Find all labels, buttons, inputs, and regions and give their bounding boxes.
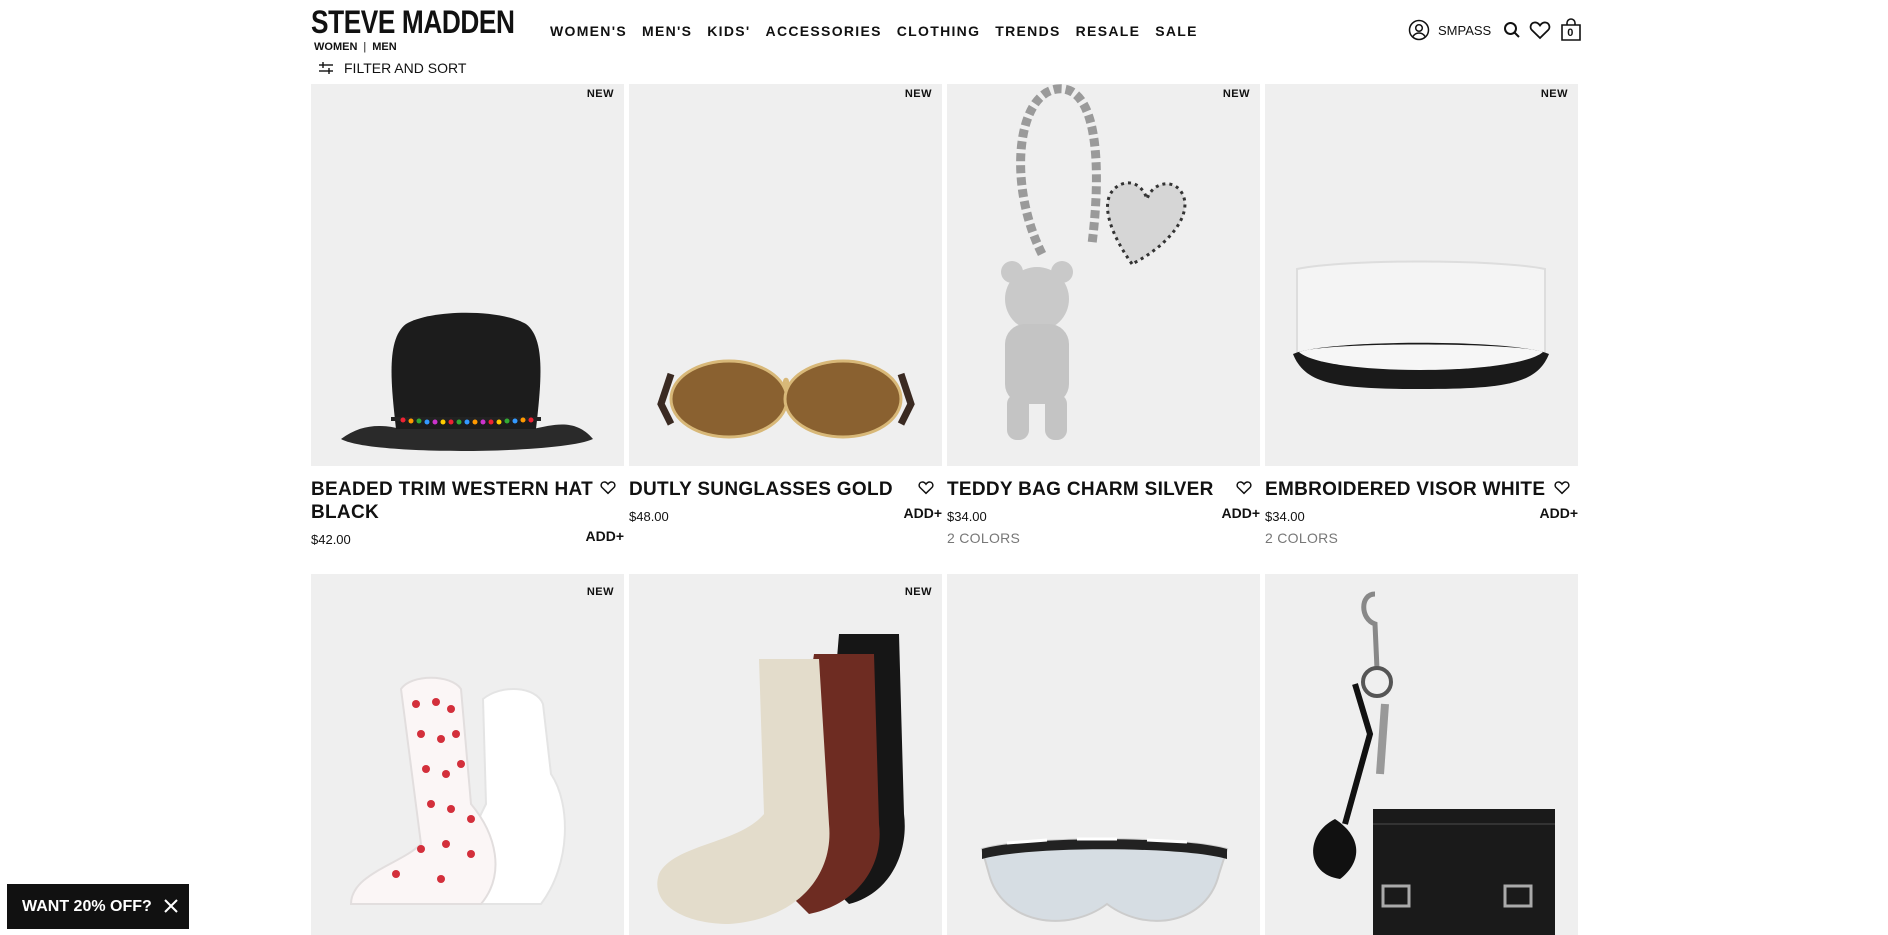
promo-label: WANT 20% OFF? [22, 897, 152, 915]
sunglasses-icon [657, 359, 915, 439]
product-image[interactable]: NEW [311, 84, 624, 466]
brand-logo[interactable]: STEVE MADDEN [311, 4, 515, 41]
add-to-cart-button[interactable]: ADD+ [1539, 505, 1578, 521]
gender-link-women[interactable]: WOMEN [314, 41, 357, 53]
shield-sunglasses-icon [980, 837, 1229, 922]
bag-charm-icon [1001, 84, 1187, 440]
account-icon[interactable] [1408, 19, 1430, 41]
heart-icon[interactable] [600, 480, 616, 500]
keychain-pouch-icon [1313, 591, 1555, 935]
color-count[interactable]: 2 COLORS [947, 530, 1260, 546]
product-price: $42.00 [311, 532, 351, 547]
discount-promo-button[interactable]: WANT 20% OFF? [7, 884, 189, 929]
header-actions: SMPASS 0 [1408, 18, 1583, 42]
new-badge: NEW [1222, 88, 1250, 100]
product-info: DUTLY SUNGLASSES GOLD $48.00 ADD+ [629, 466, 942, 524]
product-card[interactable] [1265, 574, 1578, 935]
product-image[interactable] [1265, 574, 1578, 935]
gender-switch: WOMEN | MEN [314, 41, 397, 53]
nav-item-sale[interactable]: SALE [1155, 23, 1198, 39]
color-count[interactable]: 2 COLORS [1265, 530, 1578, 546]
product-image[interactable]: NEW [629, 84, 942, 466]
product-card[interactable]: NEW [629, 574, 942, 935]
cart-count: 0 [1567, 27, 1574, 39]
product-price: $48.00 [629, 509, 669, 524]
product-name[interactable]: TEDDY BAG CHARM SILVER [947, 478, 1260, 501]
gender-link-men[interactable]: MEN [372, 41, 396, 53]
product-card[interactable]: NEW [311, 574, 624, 935]
site-header: STEVE MADDEN WOMEN | MEN WOMEN'S MEN'S K… [0, 0, 1888, 84]
new-badge: NEW [904, 88, 932, 100]
gender-separator: | [363, 41, 367, 53]
socks-white-icon [349, 676, 566, 905]
nav-item-resale[interactable]: RESALE [1076, 23, 1141, 39]
add-to-cart-button[interactable]: ADD+ [585, 528, 624, 544]
close-icon[interactable] [163, 898, 179, 919]
product-info: TEDDY BAG CHARM SILVER $34.00 ADD+ 2 COL… [947, 466, 1260, 546]
add-to-cart-button[interactable]: ADD+ [903, 505, 942, 521]
nav-item-trends[interactable]: TRENDS [995, 23, 1060, 39]
socks-ribbed-icon [657, 634, 905, 924]
nav-item-womens[interactable]: WOMEN'S [550, 23, 627, 39]
product-card[interactable]: NEW EMBROIDERED VISOR WHITE $34.00 ADD+ … [1265, 84, 1578, 546]
shopping-bag-icon[interactable]: 0 [1559, 18, 1583, 42]
nav-item-kids[interactable]: KIDS' [707, 23, 750, 39]
smpass-link[interactable]: SMPASS [1438, 23, 1491, 38]
product-price: $34.00 [1265, 509, 1305, 524]
hat-icon [341, 312, 593, 452]
nav-item-clothing[interactable]: CLOTHING [897, 23, 981, 39]
heart-icon[interactable] [1236, 480, 1252, 500]
product-name[interactable]: DUTLY SUNGLASSES GOLD [629, 478, 942, 501]
add-to-cart-button[interactable]: ADD+ [1221, 505, 1260, 521]
product-image[interactable]: NEW [629, 574, 942, 935]
product-card[interactable] [947, 574, 1260, 935]
search-icon[interactable] [1503, 21, 1521, 39]
product-info: BEADED TRIM WESTERN HAT BLACK $42.00 ADD… [311, 466, 624, 547]
nav-item-accessories[interactable]: ACCESSORIES [766, 23, 882, 39]
new-badge: NEW [586, 586, 614, 598]
heart-icon[interactable] [1554, 480, 1570, 500]
new-badge: NEW [1540, 88, 1568, 100]
product-name[interactable]: EMBROIDERED VISOR WHITE [1265, 478, 1578, 501]
filter-and-sort-button[interactable]: FILTER AND SORT [318, 60, 466, 76]
main-nav: WOMEN'S MEN'S KIDS' ACCESSORIES CLOTHING… [550, 23, 1198, 39]
nav-item-mens[interactable]: MEN'S [642, 23, 692, 39]
product-card[interactable]: NEW BEADED TRIM WESTERN HAT BLACK $42.00… [311, 84, 624, 547]
heart-icon[interactable] [918, 480, 934, 500]
product-image[interactable]: NEW [1265, 84, 1578, 466]
wishlist-heart-icon[interactable] [1529, 20, 1551, 40]
new-badge: NEW [586, 88, 614, 100]
product-card[interactable]: NEW TEDDY BAG CHARM SILVER $34.00 ADD+ 2… [947, 84, 1260, 546]
product-price: $34.00 [947, 509, 987, 524]
product-info: EMBROIDERED VISOR WHITE $34.00 ADD+ 2 CO… [1265, 466, 1578, 546]
product-image[interactable] [947, 574, 1260, 935]
product-name[interactable]: BEADED TRIM WESTERN HAT BLACK [311, 478, 624, 524]
product-card[interactable]: NEW DUTLY SUNGLASSES GOLD $48.00 ADD+ [629, 84, 942, 524]
filter-label: FILTER AND SORT [344, 60, 467, 76]
filter-sliders-icon [319, 62, 333, 74]
product-image[interactable]: NEW [311, 574, 624, 935]
visor-icon [1293, 260, 1549, 389]
new-badge: NEW [904, 586, 932, 598]
product-image[interactable]: NEW [947, 84, 1260, 466]
